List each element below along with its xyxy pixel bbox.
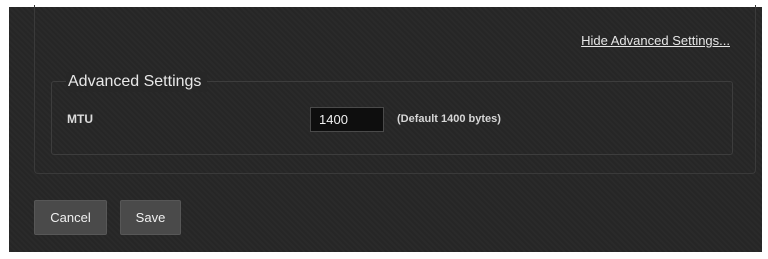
settings-dialog: Hide Advanced Settings... Advanced Setti… (9, 5, 762, 252)
mtu-default-hint: (Default 1400 bytes) (397, 113, 501, 125)
save-button[interactable]: Save (120, 200, 181, 235)
mtu-label: MTU (67, 112, 93, 126)
advanced-settings-title: Advanced Settings (66, 72, 208, 92)
mtu-input[interactable] (310, 107, 384, 132)
cancel-button[interactable]: Cancel (34, 200, 107, 235)
advanced-settings-group: Advanced Settings MTU (Default 1400 byte… (51, 72, 733, 155)
network-settings-section: Hide Advanced Settings... Advanced Setti… (34, 5, 756, 174)
hide-advanced-settings-link[interactable]: Hide Advanced Settings... (581, 33, 730, 48)
